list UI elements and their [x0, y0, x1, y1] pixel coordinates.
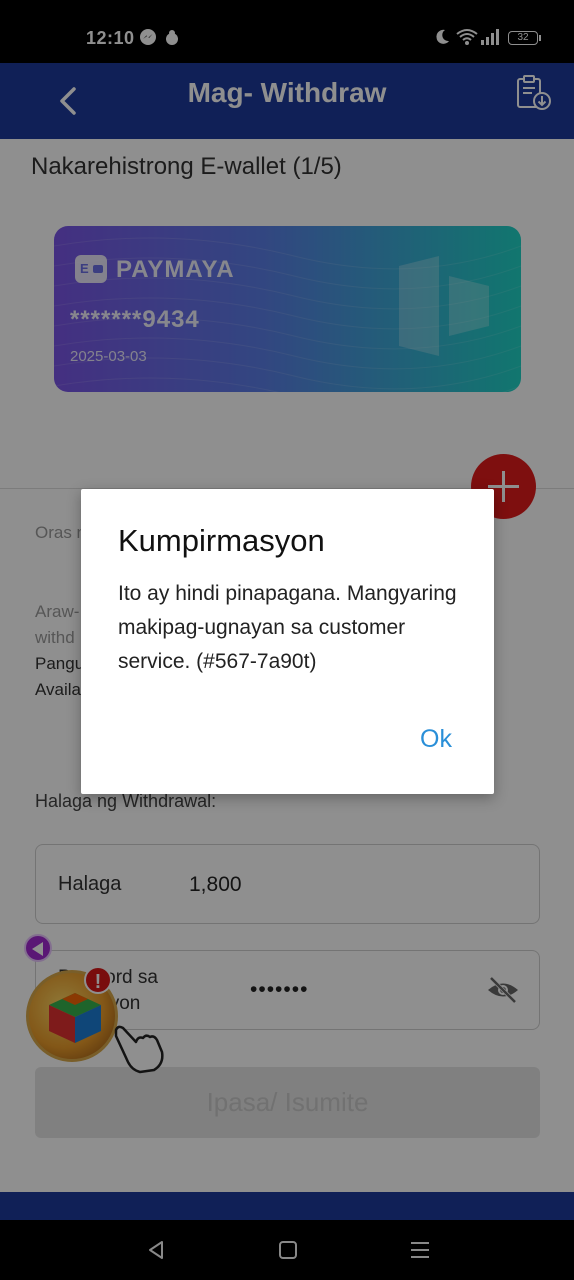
- recents-menu-icon[interactable]: [408, 1238, 432, 1262]
- back-triangle-icon[interactable]: [144, 1238, 168, 1262]
- home-square-icon[interactable]: [276, 1238, 300, 1262]
- dialog-message: Ito ay hindi pinapagana. Mangyaring maki…: [118, 582, 457, 673]
- confirmation-dialog: Kumpirmasyon Ito ay hindi pinapagana. Ma…: [81, 489, 494, 794]
- ok-button[interactable]: Ok: [420, 725, 452, 754]
- dialog-title: Kumpirmasyon: [118, 523, 325, 558]
- system-nav-bar: [0, 1220, 574, 1280]
